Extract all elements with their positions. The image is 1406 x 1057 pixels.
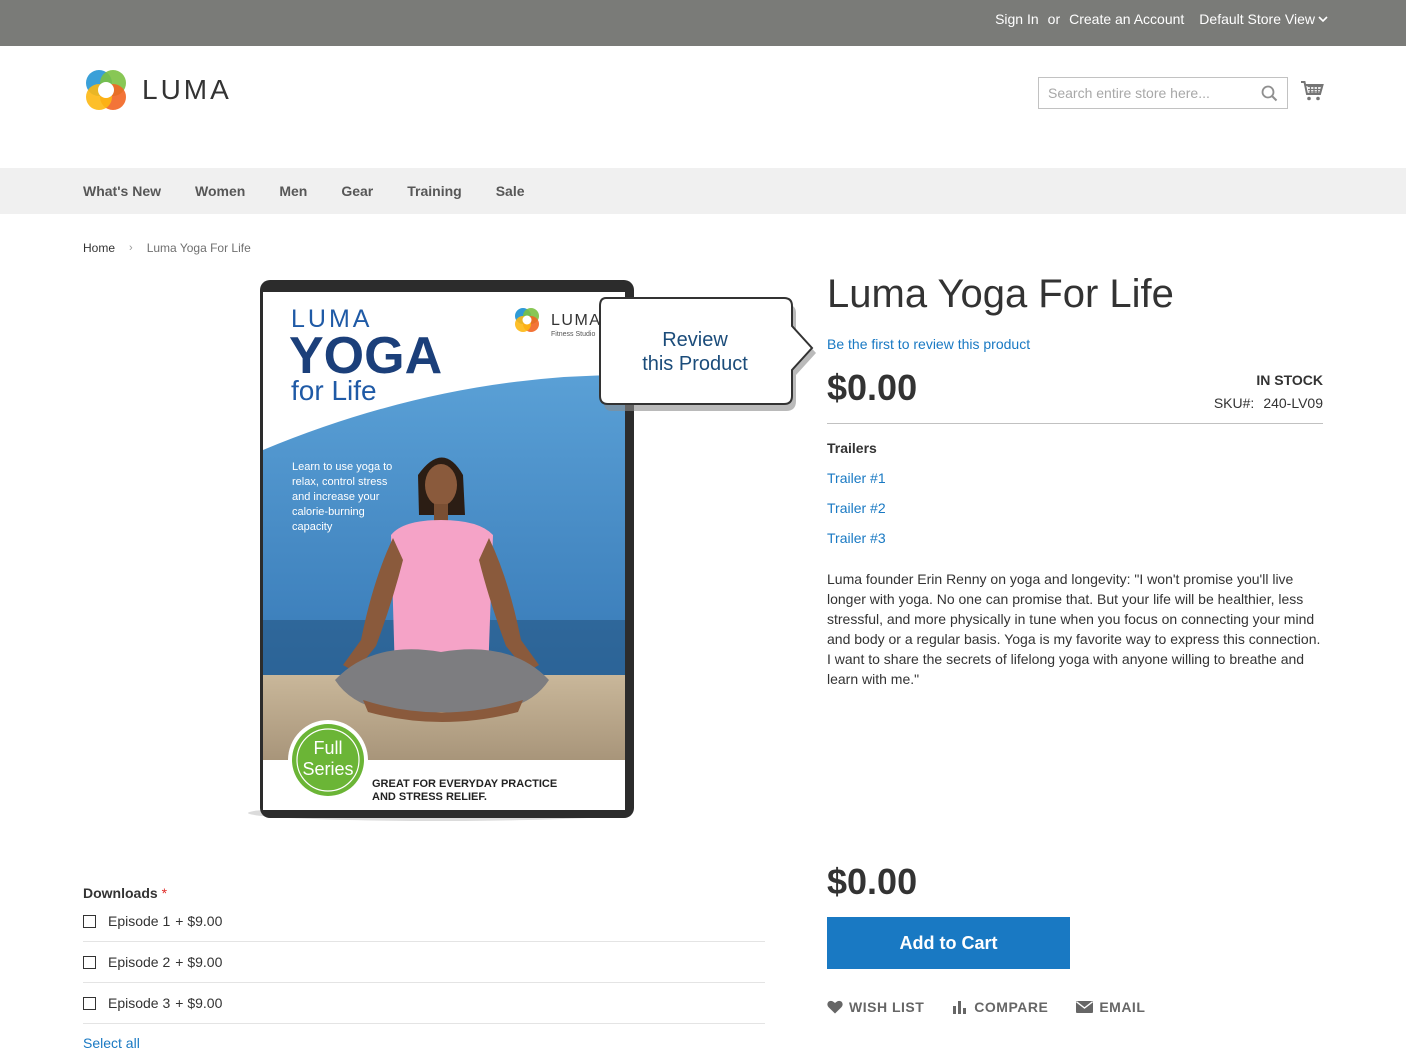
envelope-icon — [1076, 1001, 1094, 1013]
sku-label: SKU#: — [1213, 395, 1255, 411]
download-checkbox[interactable] — [83, 914, 96, 928]
download-option[interactable]: Episode 3 + $9.00 — [83, 983, 765, 1024]
nav-item-men[interactable]: Men — [279, 183, 307, 199]
product-sku: SKU#: 240-LV09 — [1214, 395, 1323, 411]
download-checkbox[interactable] — [83, 955, 96, 969]
chevron-down-icon — [1318, 15, 1328, 22]
callout-line2: this Product — [642, 353, 748, 375]
download-name: Episode 3 — [108, 995, 171, 1011]
product-price: $0.00 — [827, 367, 918, 408]
main-navigation: What's New Women Men Gear Training Sale — [0, 168, 1406, 214]
download-name: Episode 2 — [108, 954, 171, 970]
nav-item-training[interactable]: Training — [407, 183, 461, 199]
review-link[interactable]: Be the first to review this product — [827, 336, 1030, 352]
luma-logo-icon — [86, 70, 126, 110]
logo-text: LUMA — [142, 74, 232, 105]
wish-list-label: Wish List — [849, 999, 925, 1015]
trailer-link-1[interactable]: Trailer #1 — [827, 470, 886, 486]
sign-in-link[interactable]: Sign In — [995, 11, 1039, 27]
required-mark: * — [161, 885, 168, 901]
nav-item-women[interactable]: Women — [195, 183, 245, 199]
or-text: or — [1047, 11, 1061, 27]
badge-line1: Full — [313, 738, 342, 758]
heart-icon — [827, 1000, 843, 1014]
compare-button[interactable]: Compare — [952, 999, 1048, 1015]
trailer-link-3[interactable]: Trailer #3 — [827, 530, 886, 546]
download-option[interactable]: Episode 2 + $9.00 — [83, 942, 765, 983]
breadcrumb-separator-icon: › — [129, 242, 133, 254]
product-actions: Wish List Compare Email — [827, 999, 1173, 1015]
download-option[interactable]: Episode 1 + $9.00 — [83, 901, 765, 942]
review-callout[interactable]: Review this Product — [598, 296, 818, 411]
email-button[interactable]: Email — [1076, 999, 1145, 1015]
email-label: Email — [1099, 999, 1146, 1015]
search-input[interactable] — [1039, 78, 1249, 108]
download-checkbox[interactable] — [83, 996, 96, 1010]
nav-item-whats-new[interactable]: What's New — [83, 183, 161, 199]
breadcrumb-current: Luma Yoga For Life — [146, 241, 251, 255]
header-links: Sign In or Create an Account Default Sto… — [995, 0, 1328, 38]
nav-item-gear[interactable]: Gear — [341, 183, 373, 199]
breadcrumb: Home › Luma Yoga For Life — [83, 241, 251, 255]
info-divider — [827, 423, 1323, 424]
search-box — [1038, 77, 1288, 109]
cover-logo-subtext: Fitness Studio — [551, 331, 595, 338]
final-price: $0.00 — [827, 861, 918, 902]
trailers-title: Trailers — [827, 440, 877, 456]
badge-line2: Series — [302, 759, 353, 779]
download-price: + $9.00 — [175, 954, 223, 970]
site-logo[interactable]: LUMA — [83, 67, 232, 113]
compare-icon — [953, 1001, 967, 1014]
product-image[interactable]: LUMA YOGA for Life LUMA Fitness Studio L… — [243, 280, 636, 825]
product-title: Luma Yoga For Life — [827, 272, 1174, 316]
store-view-label: Default Store View — [1199, 11, 1315, 27]
product-description: Luma founder Erin Renny on yoga and long… — [827, 571, 1321, 687]
create-account-link[interactable]: Create an Account — [1069, 11, 1184, 27]
cover-footer-line1: GREAT FOR EVERYDAY PRACTICE — [372, 778, 557, 790]
downloads-title: Downloads * — [83, 885, 167, 901]
cover-subtitle-text: for Life — [291, 375, 377, 406]
download-price: + $9.00 — [175, 913, 223, 929]
nav-item-sale[interactable]: Sale — [496, 183, 525, 199]
top-bar: Sign In or Create an Account Default Sto… — [0, 0, 1406, 46]
add-to-cart-button[interactable]: Add to Cart — [827, 917, 1070, 969]
store-switcher[interactable]: Default Store View — [1199, 11, 1328, 27]
select-all-link[interactable]: Select all — [83, 1035, 140, 1051]
search-icon[interactable] — [1261, 85, 1278, 102]
trailer-link-2[interactable]: Trailer #2 — [827, 500, 886, 516]
stock-status: In stock — [1256, 372, 1323, 388]
download-name: Episode 1 — [108, 913, 171, 929]
sku-value: 240-LV09 — [1263, 395, 1323, 411]
compare-label: Compare — [974, 999, 1049, 1015]
cover-logo-text: LUMA — [551, 312, 601, 329]
download-price: + $9.00 — [175, 995, 223, 1011]
shopping-cart-icon[interactable] — [1300, 80, 1324, 102]
downloads-label: Downloads — [83, 885, 158, 901]
wish-list-button[interactable]: Wish List — [827, 999, 924, 1015]
breadcrumb-home[interactable]: Home — [83, 241, 115, 255]
callout-line1: Review — [662, 329, 728, 351]
cover-footer-line2: AND STRESS RELIEF. — [372, 791, 487, 803]
